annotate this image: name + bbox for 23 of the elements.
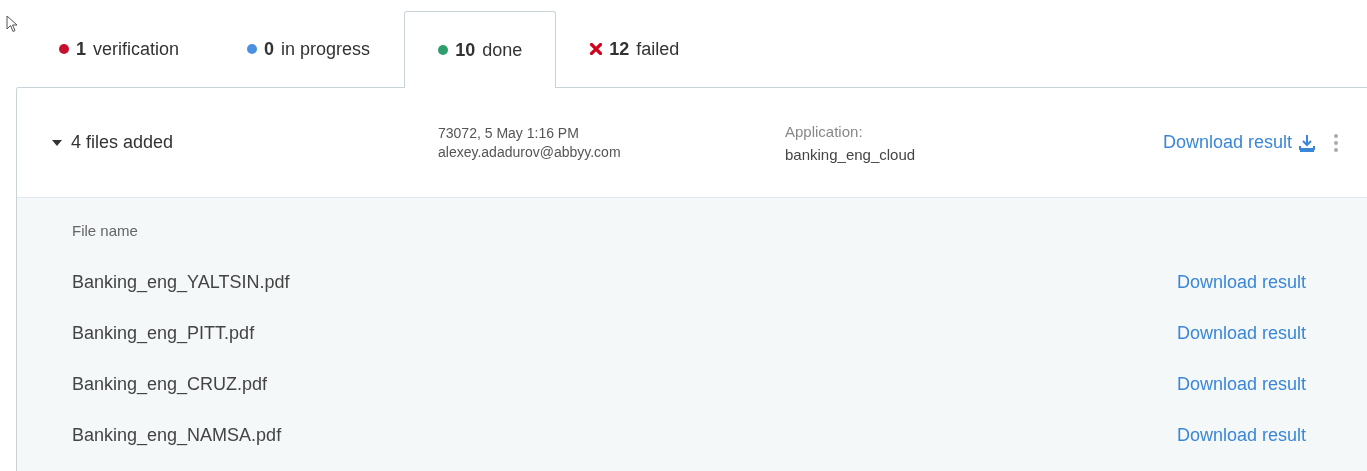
status-tab[interactable]: 12 failed bbox=[556, 11, 714, 86]
caret-icon bbox=[52, 139, 62, 146]
download-result-link[interactable]: Download result bbox=[1162, 132, 1316, 153]
file-name: Banking_eng_YALTSIN.pdf bbox=[72, 272, 290, 293]
download-result-link[interactable]: Download result bbox=[1176, 323, 1306, 344]
file-name: Banking_eng_CRUZ.pdf bbox=[72, 374, 268, 395]
file-name: Banking_eng_PITT.pdf bbox=[72, 323, 255, 344]
download-result-link[interactable]: Download result bbox=[1176, 425, 1306, 446]
more-options-icon[interactable] bbox=[1334, 133, 1338, 152]
status-tab[interactable]: 10 done bbox=[404, 11, 557, 88]
mouse-pointer-icon bbox=[6, 15, 18, 33]
files-added-toggle[interactable]: 4 files added bbox=[52, 132, 174, 153]
file-name: Banking_eng_NAMSA.pdf bbox=[72, 425, 282, 446]
column-header: File name bbox=[72, 222, 138, 239]
batch-id-date: 73072, 5 May 1:16 PM bbox=[438, 125, 580, 141]
application-name: banking_eng_cloud bbox=[785, 145, 917, 163]
download-icon bbox=[1298, 133, 1316, 152]
user-email: alexey.adadurov@abbyy.com bbox=[438, 144, 622, 160]
download-result-link[interactable]: Download result bbox=[1176, 272, 1306, 293]
download-result-link[interactable]: Download result bbox=[1176, 374, 1306, 395]
application-label: Application: bbox=[785, 122, 864, 140]
status-tab[interactable]: 0 in progress bbox=[213, 11, 405, 86]
status-tab[interactable]: 1 verification bbox=[25, 11, 214, 86]
